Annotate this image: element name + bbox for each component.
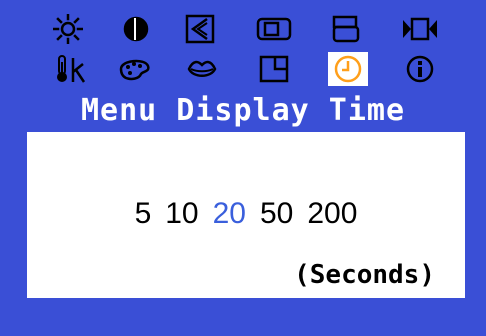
lips-icon[interactable] bbox=[182, 52, 222, 86]
brightness-icon[interactable] bbox=[48, 12, 88, 46]
color-palette-icon[interactable] bbox=[114, 52, 154, 86]
option-200[interactable]: 200 bbox=[307, 194, 357, 234]
icon-row-top bbox=[0, 12, 486, 46]
clock-icon[interactable] bbox=[328, 52, 368, 86]
display-time-options: 5 10 20 50 200 bbox=[27, 194, 465, 234]
menu-title: Menu Display Time bbox=[80, 93, 406, 128]
option-50[interactable]: 50 bbox=[260, 194, 293, 234]
contrast-icon[interactable] bbox=[116, 12, 156, 46]
osd-menu: Menu Display Time 5 10 20 50 200 (Second… bbox=[0, 0, 486, 336]
option-20-selected[interactable]: 20 bbox=[213, 194, 246, 234]
information-icon[interactable] bbox=[400, 52, 440, 86]
option-5[interactable]: 5 bbox=[135, 194, 152, 234]
coarse-icon[interactable] bbox=[326, 12, 366, 46]
position-icon[interactable] bbox=[254, 12, 294, 46]
fine-icon[interactable] bbox=[400, 12, 440, 46]
menu-position-icon[interactable] bbox=[254, 52, 294, 86]
settings-panel: 5 10 20 50 200 (Seconds) bbox=[27, 132, 465, 298]
option-10[interactable]: 10 bbox=[165, 194, 198, 234]
unit-label: (Seconds) bbox=[294, 260, 435, 290]
icon-row-bottom bbox=[0, 52, 486, 86]
image-size-icon[interactable] bbox=[180, 12, 220, 46]
color-temperature-icon[interactable] bbox=[52, 52, 92, 86]
